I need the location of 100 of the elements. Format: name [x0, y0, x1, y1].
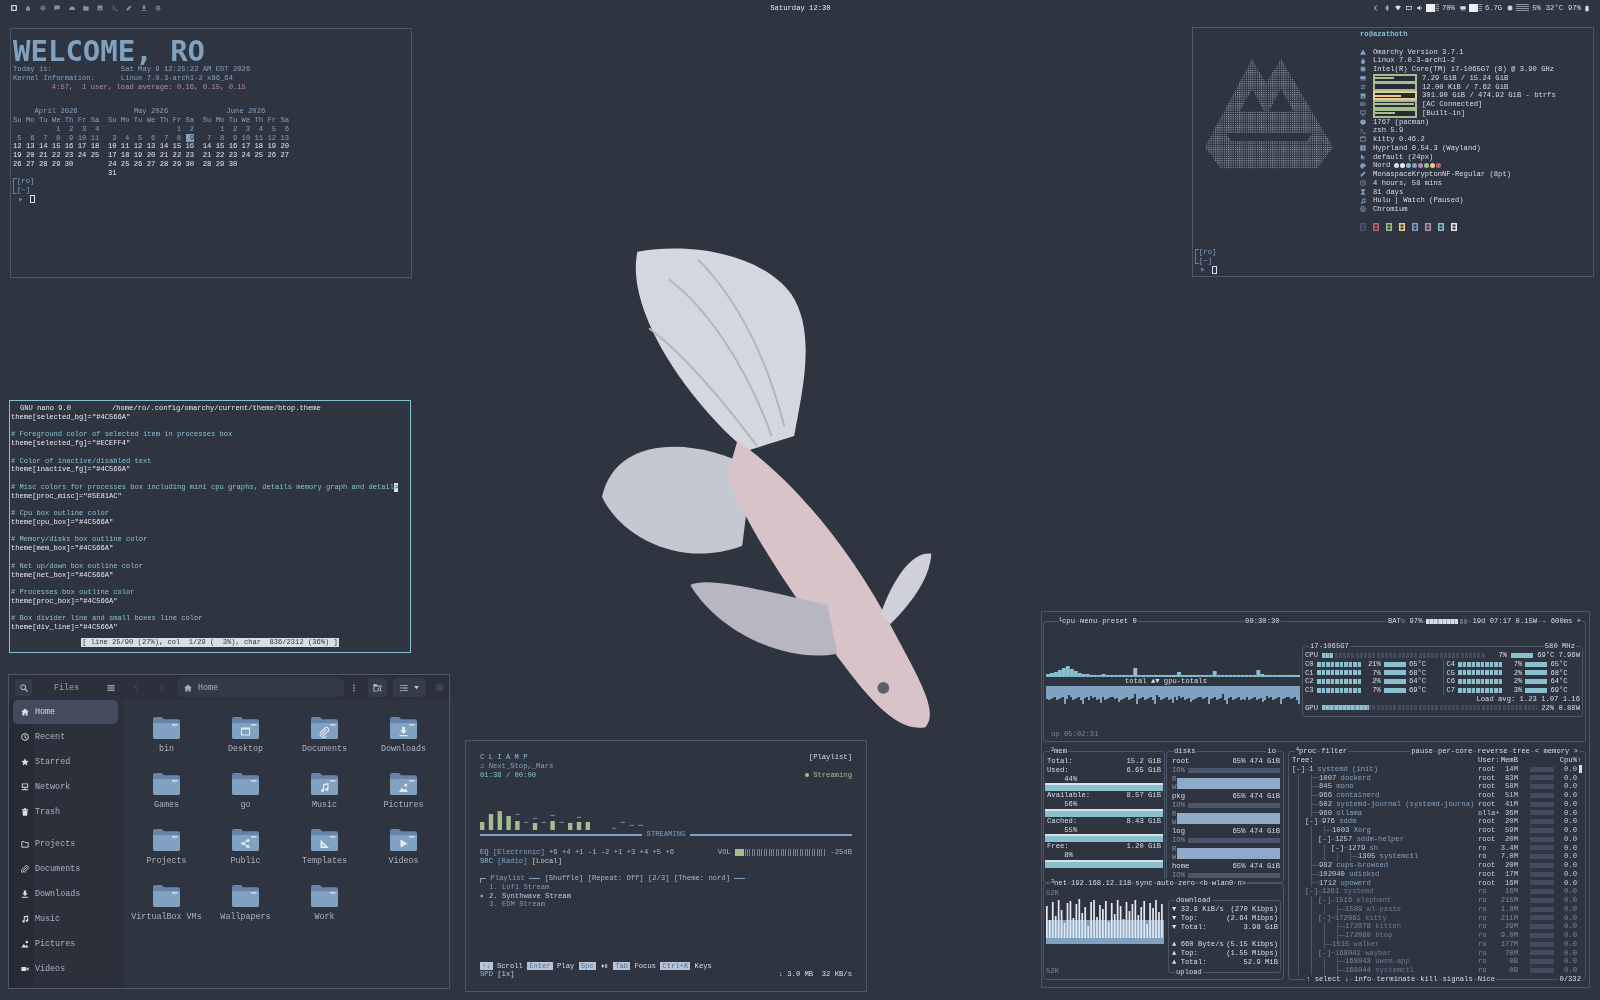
screen-icon[interactable]	[1405, 5, 1412, 11]
video-camera-icon	[21, 965, 29, 973]
folder-item[interactable]: Downloads	[364, 717, 443, 754]
peak-marker	[559, 822, 564, 824]
folder-icon	[153, 717, 180, 739]
location-bar[interactable]: Home	[177, 678, 344, 697]
folder-item[interactable]: Videos	[364, 829, 443, 866]
sidebar-item[interactable]: Pictures	[13, 932, 118, 956]
gear-icon[interactable]	[154, 5, 161, 11]
music-note-icon	[21, 915, 29, 923]
folder-item[interactable]: bin	[127, 717, 206, 754]
pen-icon[interactable]	[126, 5, 133, 11]
wifi-icon[interactable]	[1394, 5, 1401, 11]
folder-item[interactable]: Projects	[127, 829, 206, 866]
palette-icon	[1360, 162, 1366, 169]
drop-icon[interactable]	[25, 5, 32, 11]
cpu-mini-graph	[1530, 880, 1554, 886]
home-icon	[184, 683, 192, 692]
sidebar-item[interactable]: Documents	[13, 857, 118, 881]
sidebar-item[interactable]: Videos	[13, 957, 118, 981]
chip-icon	[1360, 66, 1366, 73]
cpu-mini-graph	[1530, 871, 1554, 877]
play-pause-icon	[599, 962, 609, 969]
memory-icon[interactable]	[1459, 5, 1466, 11]
usage-graph-icon	[1516, 4, 1530, 12]
cpu-mini-graph	[1530, 836, 1554, 842]
monitor-icon	[1360, 110, 1366, 117]
chip-icon[interactable]	[1507, 5, 1514, 11]
drop-icon	[1360, 57, 1366, 64]
folder-item[interactable]: go	[206, 773, 285, 810]
speaker-icon[interactable]	[1416, 5, 1423, 11]
sidebar-item[interactable]: Downloads	[13, 882, 118, 906]
cpu-mini-graph	[1530, 924, 1554, 930]
folder-item[interactable]: Work	[285, 885, 364, 922]
folder-search-button[interactable]	[368, 678, 387, 697]
folder-icon[interactable]	[82, 5, 89, 11]
folder-icon	[153, 773, 180, 795]
core-graph	[1316, 679, 1361, 685]
view-options-button[interactable]	[393, 678, 426, 697]
list-view-icon	[399, 683, 408, 692]
battery-icon[interactable]	[1584, 4, 1590, 12]
cpu-mini-graph	[1530, 897, 1554, 903]
menu-icon	[107, 683, 115, 692]
core-graph	[1458, 679, 1503, 685]
folder-icon	[153, 829, 180, 851]
globe-icon	[1360, 206, 1366, 213]
folder-item[interactable]: Templates	[285, 829, 364, 866]
chevron-left-icon[interactable]	[1372, 5, 1379, 11]
text-cursor	[30, 195, 35, 204]
folder-item[interactable]: Music	[285, 773, 364, 810]
temperature-graph	[1383, 661, 1406, 667]
bluetooth-icon[interactable]	[1383, 5, 1390, 11]
folder-icon	[21, 840, 29, 848]
spectrum-bar	[515, 814, 520, 831]
hourglass-icon	[1360, 188, 1366, 195]
scroll-thumb[interactable]	[1579, 765, 1582, 774]
folder-item[interactable]: VirtualBox VMs	[127, 885, 206, 922]
temperature-graph	[1525, 661, 1548, 667]
sidebar-item[interactable]: Network	[13, 775, 118, 799]
peak-marker	[620, 822, 626, 824]
more-options-icon	[350, 683, 358, 692]
folder-item[interactable]: Wallpapers	[206, 885, 285, 922]
folder-item[interactable]: Desktop	[206, 717, 285, 754]
pointer-icon	[1360, 153, 1366, 160]
download-icon[interactable]	[140, 5, 147, 11]
folder-item[interactable]: Documents	[285, 717, 364, 754]
core-graph	[1458, 670, 1503, 676]
sidebar-item[interactable]: Recent	[13, 725, 118, 749]
cpu-mini-graph	[1530, 827, 1554, 833]
sidebar-item[interactable]: Starred	[13, 750, 118, 774]
sidebar-item[interactable]: Trash	[13, 800, 118, 824]
sidebar-item[interactable]: Home	[13, 700, 118, 724]
terminal-icon[interactable]	[111, 5, 118, 11]
spectrum-bar	[576, 817, 582, 831]
core-graph	[1316, 670, 1361, 676]
cpu-mini-graph	[1530, 959, 1554, 965]
folder-item[interactable]: Public	[206, 829, 285, 866]
peak-marker	[629, 825, 634, 827]
sidebar-item[interactable]: Projects	[13, 832, 118, 856]
spectrum-bar	[585, 822, 590, 831]
clock-icon	[1360, 180, 1366, 187]
folder-item[interactable]: Pictures	[364, 773, 443, 810]
layout-icon	[1360, 145, 1366, 152]
window-icon	[1360, 136, 1366, 143]
usage-graph-icon	[1425, 4, 1439, 12]
search-button[interactable]	[15, 679, 32, 696]
cloud-icon[interactable]	[68, 5, 75, 11]
image-icon	[21, 940, 29, 948]
peak-marker	[612, 828, 617, 830]
gear-icon[interactable]	[39, 5, 46, 11]
star-icon	[21, 758, 29, 766]
window-title: Files	[53, 682, 80, 693]
window-folder-icon	[232, 717, 259, 739]
clock-icon	[21, 733, 29, 741]
message-icon[interactable]	[54, 5, 61, 11]
folder-icon	[232, 773, 259, 795]
pen-icon	[1360, 171, 1366, 178]
sidebar-item[interactable]: Music	[13, 907, 118, 931]
folder-item[interactable]: Games	[127, 773, 206, 810]
cpu-mini-graph	[1530, 889, 1554, 895]
